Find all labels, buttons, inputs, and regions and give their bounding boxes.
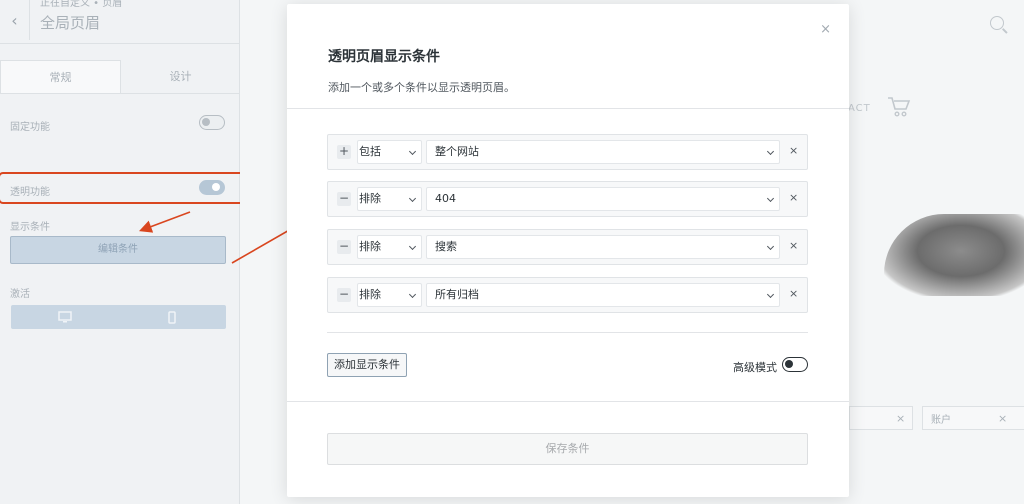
- advanced-mode-toggle[interactable]: [782, 357, 808, 372]
- condition-value-select[interactable]: 搜索: [426, 235, 780, 259]
- divider: [287, 401, 849, 402]
- cart-icon[interactable]: [887, 96, 911, 121]
- save-conditions-button[interactable]: 保存条件: [327, 433, 808, 465]
- advanced-mode-label: 高级模式: [733, 361, 777, 374]
- bg-chip-label: 账户: [931, 414, 951, 426]
- transparent-row: 透明功能: [10, 183, 226, 198]
- chevron-down-icon: [408, 147, 417, 156]
- mobile-icon[interactable]: [119, 305, 227, 329]
- activate-label: 激活: [10, 289, 30, 300]
- tab-design[interactable]: 设计: [121, 60, 240, 93]
- chevron-down-icon: [408, 290, 417, 299]
- condition-value-select[interactable]: 所有归档: [426, 283, 780, 307]
- condition-value-label: 404: [435, 192, 456, 205]
- modal-title: 透明页眉显示条件: [328, 49, 440, 65]
- exclude-toggle[interactable]: −: [337, 240, 351, 254]
- chevron-down-icon: [766, 242, 775, 251]
- remove-condition-button[interactable]: ×: [789, 287, 798, 300]
- bg-chip-account: 账户: [922, 406, 1024, 430]
- condition-type-select[interactable]: 排除: [357, 235, 422, 259]
- breadcrumb: 正在自定义 • 页眉: [40, 0, 123, 9]
- include-toggle[interactable]: +: [337, 145, 351, 159]
- back-arrow-icon[interactable]: ‹: [0, 0, 30, 40]
- condition-value-label: 搜索: [435, 240, 457, 253]
- tab-general[interactable]: 常规: [0, 60, 121, 93]
- transparent-toggle[interactable]: [199, 180, 225, 195]
- condition-value-label: 所有归档: [435, 288, 479, 301]
- condition-type-select[interactable]: 排除: [357, 187, 422, 211]
- condition-type-label: 排除: [359, 192, 381, 205]
- toggle-knob: [212, 183, 220, 191]
- display-conditions-modal: × 透明页眉显示条件 添加一个或多个条件以显示透明页眉。 + 包括 整个网站 ×…: [287, 4, 849, 497]
- condition-value-select[interactable]: 整个网站: [426, 140, 780, 164]
- chevron-down-icon: [408, 242, 417, 251]
- customizer-sidebar: ‹ 正在自定义 • 页眉 全局页眉 常规 设计 固定功能 透明功能 显示条件 编…: [0, 0, 246, 504]
- condition-value-label: 整个网站: [435, 145, 479, 158]
- divider: [287, 108, 849, 109]
- remove-condition-button[interactable]: ×: [789, 191, 798, 204]
- condition-type-label: 包括: [359, 145, 381, 158]
- chevron-down-icon: [408, 194, 417, 203]
- display-conditions-label: 显示条件: [10, 222, 50, 233]
- sticky-toggle[interactable]: [199, 115, 225, 130]
- condition-row: − 排除 404 ×: [327, 181, 808, 217]
- condition-type-select[interactable]: 排除: [357, 283, 422, 307]
- exclude-toggle[interactable]: −: [337, 288, 351, 302]
- device-toggle: [11, 305, 226, 329]
- condition-row: + 包括 整个网站 ×: [327, 134, 808, 170]
- desktop-icon[interactable]: [11, 305, 119, 329]
- chevron-down-icon: [766, 290, 775, 299]
- modal-description: 添加一个或多个条件以显示透明页眉。: [328, 81, 515, 94]
- condition-type-label: 排除: [359, 240, 381, 253]
- condition-row: − 排除 所有归档 ×: [327, 277, 808, 313]
- toggle-knob: [202, 118, 210, 126]
- sidebar-header: ‹ 正在自定义 • 页眉 全局页眉: [0, 0, 239, 44]
- remove-condition-button[interactable]: ×: [789, 239, 798, 252]
- condition-type-label: 排除: [359, 288, 381, 301]
- condition-value-select[interactable]: 404: [426, 187, 780, 211]
- chevron-down-icon: [766, 194, 775, 203]
- nav-contact[interactable]: ACT: [848, 103, 871, 114]
- divider: [327, 332, 808, 333]
- edit-conditions-button[interactable]: 编辑条件: [10, 236, 226, 264]
- condition-type-select[interactable]: 包括: [357, 140, 422, 164]
- sidebar-tabs: 常规 设计: [0, 60, 240, 94]
- exclude-toggle[interactable]: −: [337, 192, 351, 206]
- toggle-knob: [785, 360, 793, 368]
- sticky-label: 固定功能: [10, 122, 50, 133]
- panel-title: 全局页眉: [40, 14, 101, 32]
- add-condition-button[interactable]: 添加显示条件: [327, 353, 407, 377]
- close-icon: ×: [896, 412, 906, 425]
- close-icon: ×: [998, 412, 1008, 425]
- sticky-row: 固定功能: [10, 118, 226, 133]
- search-icon[interactable]: [990, 16, 1004, 30]
- chevron-down-icon: [766, 147, 775, 156]
- condition-row: − 排除 搜索 ×: [327, 229, 808, 265]
- close-icon[interactable]: ×: [820, 22, 831, 37]
- transparent-label: 透明功能: [10, 187, 50, 198]
- remove-condition-button[interactable]: ×: [789, 144, 798, 157]
